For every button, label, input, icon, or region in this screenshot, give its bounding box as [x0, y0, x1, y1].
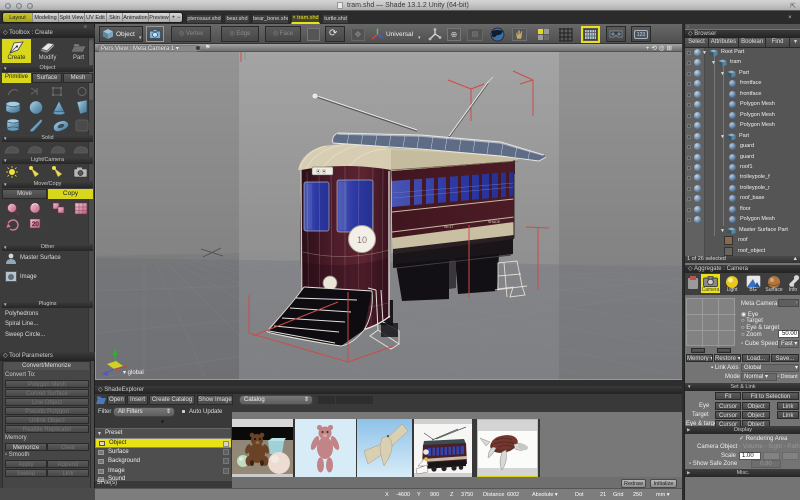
svg-text:20: 20	[32, 222, 39, 228]
svg-text:▾ global: ▾ global	[123, 370, 144, 376]
svg-text:⦿ ⦿: ⦿ ⦿	[316, 168, 327, 175]
svg-text:10: 10	[357, 235, 367, 245]
svg-text:SHADE: SHADE	[488, 220, 501, 224]
svg-text:No.17: No.17	[444, 225, 453, 229]
